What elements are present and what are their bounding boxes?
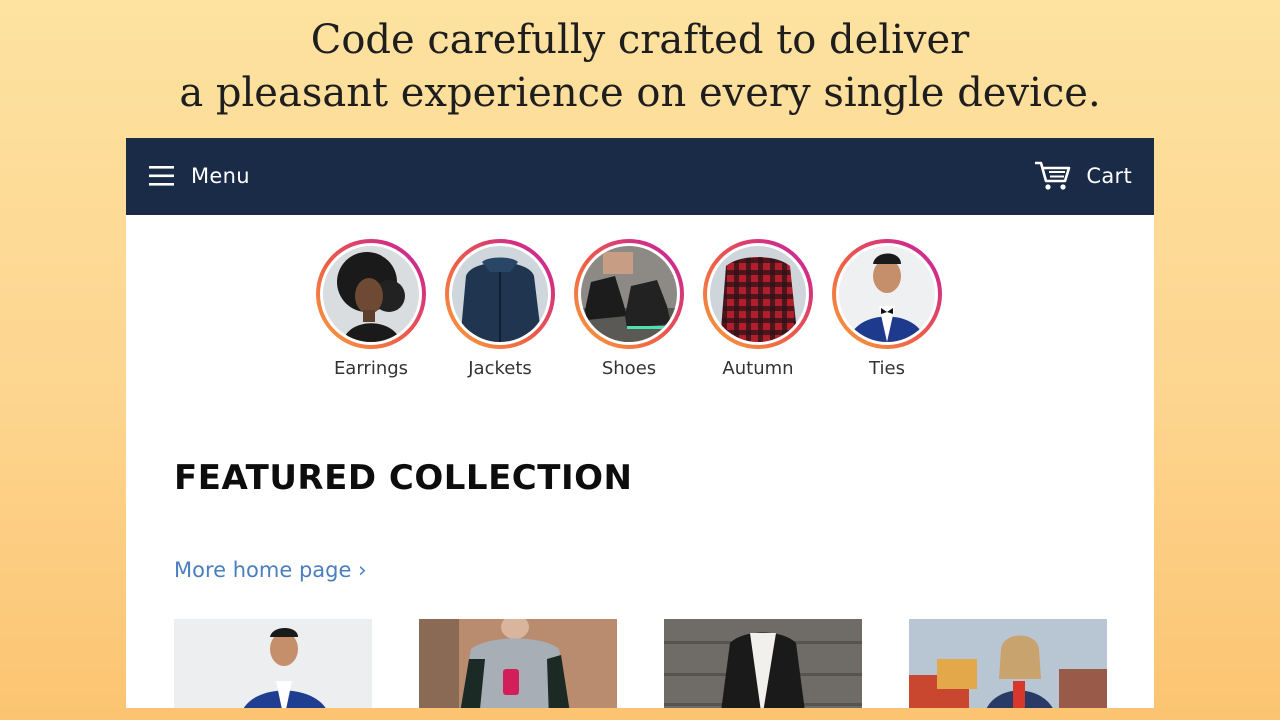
story-item-ties[interactable]: Ties bbox=[832, 239, 942, 379]
cart-button[interactable]: Cart bbox=[1034, 158, 1132, 194]
story-label: Ties bbox=[869, 358, 905, 379]
headline-line-2: a pleasant experience on every single de… bbox=[179, 70, 1101, 116]
story-label: Autumn bbox=[722, 358, 794, 379]
product-image bbox=[664, 619, 862, 708]
cart-icon bbox=[1034, 160, 1072, 192]
story-item-autumn[interactable]: Autumn bbox=[703, 239, 813, 379]
product-image bbox=[419, 619, 617, 708]
story-ring bbox=[832, 239, 942, 349]
story-item-shoes[interactable]: Shoes bbox=[574, 239, 684, 379]
product-card[interactable] bbox=[909, 619, 1107, 708]
story-ring bbox=[574, 239, 684, 349]
story-thumbnail-jackets bbox=[452, 246, 548, 342]
headline: Code carefully crafted to deliver a plea… bbox=[0, 14, 1280, 120]
product-card[interactable] bbox=[419, 619, 617, 708]
story-label: Earrings bbox=[333, 358, 409, 379]
store-preview: Menu Cart Earrings Jackets Shoes Autumn … bbox=[126, 138, 1154, 708]
story-item-earrings[interactable]: Earrings bbox=[316, 239, 426, 379]
story-thumbnail-autumn bbox=[710, 246, 806, 342]
story-label: Shoes bbox=[601, 358, 657, 379]
story-label: Jackets bbox=[468, 358, 532, 379]
story-item-jackets[interactable]: Jackets bbox=[445, 239, 555, 379]
product-image bbox=[909, 619, 1107, 708]
story-ring bbox=[445, 239, 555, 349]
cart-label: Cart bbox=[1086, 164, 1132, 188]
product-image bbox=[174, 619, 372, 708]
story-thumbnail-shoes bbox=[581, 246, 677, 342]
hamburger-icon bbox=[149, 165, 175, 187]
story-carousel: Earrings Jackets Shoes Autumn Ties bbox=[316, 239, 956, 389]
story-ring bbox=[703, 239, 813, 349]
product-card[interactable] bbox=[664, 619, 862, 708]
story-ring bbox=[316, 239, 426, 349]
product-grid bbox=[174, 619, 1114, 708]
navbar: Menu Cart bbox=[126, 138, 1154, 215]
menu-button[interactable]: Menu bbox=[149, 162, 250, 190]
more-home-page-link[interactable]: More home page › bbox=[174, 558, 366, 582]
section-title: FEATURED COLLECTION bbox=[174, 458, 633, 498]
product-card[interactable] bbox=[174, 619, 372, 708]
menu-label: Menu bbox=[191, 164, 250, 188]
story-thumbnail-earrings bbox=[323, 246, 419, 342]
story-thumbnail-ties bbox=[839, 246, 935, 342]
headline-line-1: Code carefully crafted to deliver bbox=[310, 17, 970, 63]
